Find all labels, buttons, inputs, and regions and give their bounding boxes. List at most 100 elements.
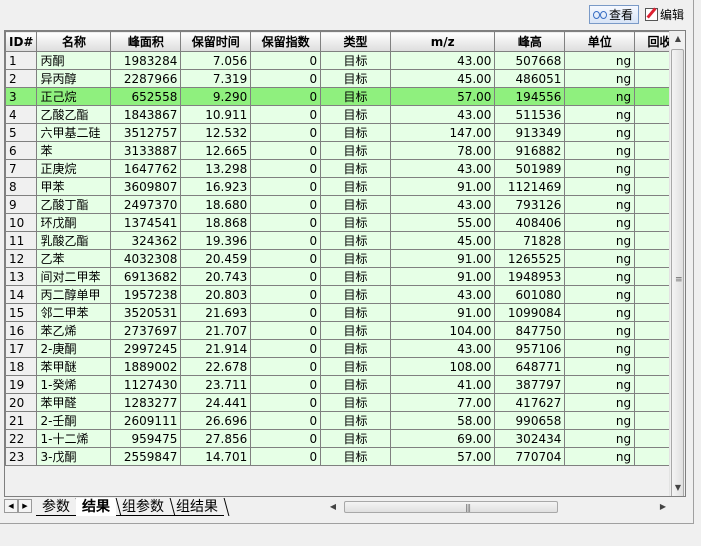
table-cell[interactable]: 486051 — [494, 69, 566, 88]
table-cell[interactable]: 17 — [5, 339, 38, 358]
table-cell[interactable]: 1-癸烯 — [36, 375, 112, 394]
table-cell[interactable]: 12 — [5, 249, 38, 268]
table-cell[interactable]: ng — [564, 285, 636, 304]
table-row[interactable]: 13 间对二甲苯 6913682 20.743 0 目标 91.00 1948953 ng — [5, 267, 685, 286]
table-cell[interactable]: 间对二甲苯 — [36, 267, 112, 286]
table-row[interactable]: 2 异丙醇 2287966 7.319 0 目标 45.00 486051 ng — [5, 69, 685, 88]
table-cell[interactable]: 501989 — [494, 159, 566, 178]
column-header[interactable]: 保留时间 — [180, 31, 252, 52]
table-cell[interactable]: 13 — [5, 267, 38, 286]
table-cell[interactable]: 1948953 — [494, 267, 566, 286]
table-cell[interactable]: 20.459 — [180, 249, 252, 268]
table-cell[interactable]: 77.00 — [389, 393, 496, 412]
table-cell[interactable]: 21.914 — [180, 339, 252, 358]
table-cell[interactable]: ng — [564, 411, 636, 430]
table-cell[interactable]: 7 — [5, 159, 38, 178]
table-cell[interactable]: 目标 — [320, 393, 391, 412]
table-cell[interactable]: 2737697 — [110, 321, 182, 340]
table-cell[interactable]: 648771 — [494, 357, 566, 376]
table-cell[interactable]: ng — [564, 447, 636, 466]
table-cell[interactable]: ng — [564, 357, 636, 376]
scroll-up-arrow-icon[interactable]: ▲ — [670, 31, 685, 47]
table-row[interactable]: 17 2-庚酮 2997245 21.914 0 目标 43.00 957106 ng — [5, 339, 685, 358]
table-cell[interactable]: 601080 — [494, 285, 566, 304]
column-header[interactable]: 名称 — [36, 31, 112, 52]
column-header[interactable]: 保留指数 — [250, 31, 322, 52]
table-cell[interactable]: 乙酸乙酯 — [36, 105, 112, 124]
table-cell[interactable]: ng — [564, 339, 636, 358]
table-cell[interactable]: 苯乙烯 — [36, 321, 112, 340]
table-cell[interactable]: 乙酸丁酯 — [36, 195, 112, 214]
table-cell[interactable]: 417627 — [494, 393, 566, 412]
table-cell[interactable]: 0 — [250, 285, 322, 304]
table-cell[interactable]: 0 — [250, 321, 322, 340]
table-cell[interactable]: 408406 — [494, 213, 566, 232]
table-cell[interactable]: 2287966 — [110, 69, 182, 88]
table-cell[interactable]: 乙苯 — [36, 249, 112, 268]
table-cell[interactable]: 1843867 — [110, 105, 182, 124]
table-cell[interactable]: 0 — [250, 447, 322, 466]
table-cell[interactable]: 507668 — [494, 51, 566, 70]
table-cell[interactable]: 正庚烷 — [36, 159, 112, 178]
table-cell[interactable]: ng — [564, 267, 636, 286]
table-cell[interactable]: 目标 — [320, 123, 391, 142]
table-cell[interactable]: 1121469 — [494, 177, 566, 196]
table-cell[interactable]: 57.00 — [389, 87, 496, 106]
table-cell[interactable]: 1889002 — [110, 357, 182, 376]
tab-prev-arrow-icon[interactable]: ◀ — [4, 499, 18, 513]
table-cell[interactable]: 目标 — [320, 51, 391, 70]
table-cell[interactable]: 12.532 — [180, 123, 252, 142]
table-cell[interactable]: ng — [564, 177, 636, 196]
table-cell[interactable]: 14.701 — [180, 447, 252, 466]
table-cell[interactable]: 目标 — [320, 267, 391, 286]
table-cell[interactable]: 0 — [250, 357, 322, 376]
table-cell[interactable]: ng — [564, 231, 636, 250]
table-cell[interactable]: 21 — [5, 411, 38, 430]
table-row[interactable]: 10 环戊酮 1374541 18.868 0 目标 55.00 408406 ng — [5, 213, 685, 232]
table-cell[interactable]: 0 — [250, 213, 322, 232]
table-cell[interactable]: ng — [564, 213, 636, 232]
table-row[interactable]: 18 苯甲醚 1889002 22.678 0 目标 108.00 648771 ng — [5, 357, 685, 376]
table-cell[interactable]: 0 — [250, 303, 322, 322]
table-cell[interactable]: 8 — [5, 177, 38, 196]
table-cell[interactable]: 0 — [250, 51, 322, 70]
table-cell[interactable]: 目标 — [320, 357, 391, 376]
table-cell[interactable]: ng — [564, 393, 636, 412]
table-cell[interactable]: 41.00 — [389, 375, 496, 394]
table-cell[interactable]: ng — [564, 123, 636, 142]
table-cell[interactable]: 9 — [5, 195, 38, 214]
view-button[interactable]: 查看 — [589, 5, 639, 24]
table-cell[interactable]: 91.00 — [389, 267, 496, 286]
table-cell[interactable]: 苯 — [36, 141, 112, 160]
table-row[interactable]: 23 3-戊酮 2559847 14.701 0 目标 57.00 770704 ng — [5, 447, 685, 466]
table-cell[interactable]: 71828 — [494, 231, 566, 250]
table-row[interactable]: 16 苯乙烯 2737697 21.707 0 目标 104.00 847750 ng — [5, 321, 685, 340]
table-cell[interactable]: 目标 — [320, 375, 391, 394]
table-cell[interactable]: 1283277 — [110, 393, 182, 412]
table-cell[interactable]: 913349 — [494, 123, 566, 142]
table-cell[interactable]: ng — [564, 249, 636, 268]
table-row[interactable]: 7 正庚烷 1647762 13.298 0 目标 43.00 501989 ng — [5, 159, 685, 178]
table-cell[interactable]: 770704 — [494, 447, 566, 466]
table-cell[interactable]: 目标 — [320, 249, 391, 268]
table-cell[interactable]: 目标 — [320, 411, 391, 430]
table-cell[interactable]: 2997245 — [110, 339, 182, 358]
table-cell[interactable]: 43.00 — [389, 285, 496, 304]
table-cell[interactable]: 18.868 — [180, 213, 252, 232]
table-cell[interactable]: 9.290 — [180, 87, 252, 106]
scroll-down-arrow-icon[interactable]: ▼ — [670, 480, 685, 496]
table-cell[interactable]: 43.00 — [389, 51, 496, 70]
table-cell[interactable]: 目标 — [320, 321, 391, 340]
table-cell[interactable]: 2609111 — [110, 411, 182, 430]
table-cell[interactable]: ng — [564, 87, 636, 106]
table-cell[interactable]: 793126 — [494, 195, 566, 214]
table-cell[interactable]: 108.00 — [389, 357, 496, 376]
table-row[interactable]: 20 苯甲醛 1283277 24.441 0 目标 77.00 417627 ng — [5, 393, 685, 412]
table-row[interactable]: 9 乙酸丁酯 2497370 18.680 0 目标 43.00 793126 ng — [5, 195, 685, 214]
table-cell[interactable]: 2-壬酮 — [36, 411, 112, 430]
table-cell[interactable]: 69.00 — [389, 429, 496, 448]
table-cell[interactable]: 6 — [5, 141, 38, 160]
table-cell[interactable]: 2559847 — [110, 447, 182, 466]
table-cell[interactable]: 1-十二烯 — [36, 429, 112, 448]
table-cell[interactable]: 1957238 — [110, 285, 182, 304]
